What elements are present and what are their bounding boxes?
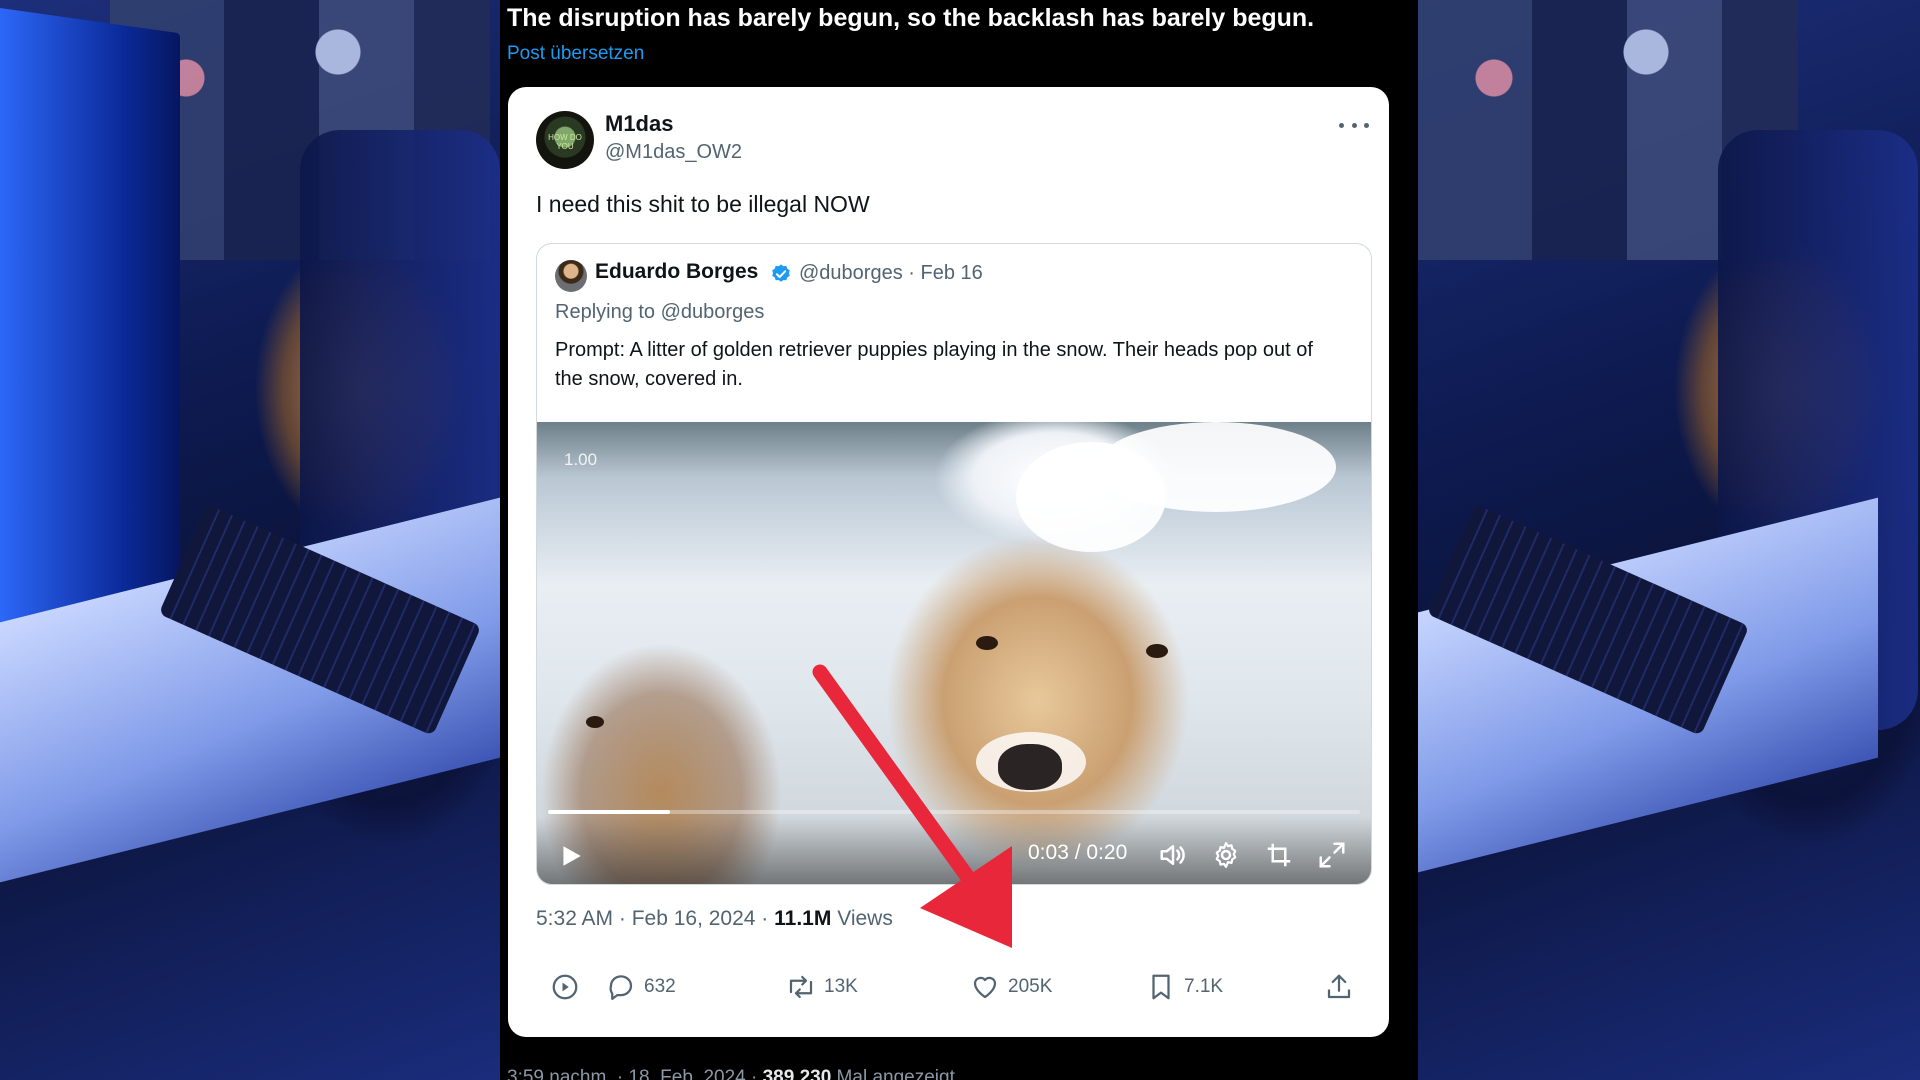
- playback-speed-badge: 1.00: [564, 450, 598, 469]
- views-icon: [552, 974, 578, 1000]
- fullscreen-icon[interactable]: [1317, 840, 1347, 870]
- quoted-author-name[interactable]: Eduardo Borges: [595, 260, 758, 284]
- video-progress-bar[interactable]: [548, 810, 1360, 814]
- post-timestamp[interactable]: 3:59 nachm. · 18. Feb. 2024 ·: [507, 1067, 763, 1080]
- verified-badge-icon: [772, 264, 790, 282]
- views-button[interactable]: [550, 967, 580, 1007]
- volume-icon[interactable]: [1158, 840, 1188, 870]
- reply-icon: [609, 975, 633, 1000]
- quoted-handle-date: @duborges · Feb 16: [799, 262, 983, 284]
- like-count: 205K: [1008, 976, 1053, 997]
- quoted-tweet-text: Prompt: A litter of golden retriever pup…: [555, 339, 1313, 390]
- post-headline: The disruption has barely begun, so the …: [507, 4, 1315, 32]
- tweet-meta: 5:32 AM · Feb 16, 2024 · 11.1M Views: [536, 907, 893, 931]
- post-views-count: 389.230: [762, 1067, 832, 1080]
- repost-count: 13K: [824, 976, 858, 997]
- bookmark-icon: [1152, 974, 1170, 1000]
- play-icon[interactable]: [558, 842, 584, 870]
- author-avatar[interactable]: HOW DO YOU: [536, 111, 594, 169]
- pip-icon[interactable]: [1264, 840, 1294, 870]
- like-icon: [973, 976, 997, 999]
- tweet-actions-bar: 632 13K 205K 7.1K: [536, 967, 1372, 1007]
- post-views-label: Mal angezeigt: [831, 1067, 955, 1080]
- video-player[interactable]: 1.00 0:03 / 0:20: [537, 422, 1371, 884]
- tweet-text: I need this shit to be illegal NOW: [536, 191, 870, 217]
- video-progress-fill: [548, 810, 670, 814]
- views-count: 11.1M: [774, 907, 832, 930]
- settings-icon[interactable]: [1211, 840, 1241, 870]
- translate-link[interactable]: Post übersetzen: [507, 42, 644, 66]
- like-button[interactable]: 205K: [970, 967, 1052, 1007]
- author-name[interactable]: M1das: [605, 111, 673, 137]
- share-button[interactable]: [1324, 967, 1354, 1007]
- bookmark-button[interactable]: 7.1K: [1146, 967, 1223, 1007]
- repost-icon: [789, 975, 813, 999]
- more-icon[interactable]: [1339, 117, 1369, 133]
- background-art-right: [1418, 0, 1920, 1080]
- video-time: 0:03 / 0:20: [1028, 841, 1128, 864]
- post-meta: 3:59 nachm. · 18. Feb. 2024 · 389.230 Ma…: [507, 1066, 955, 1080]
- reply-button[interactable]: 632: [606, 967, 676, 1007]
- background-art-left: [0, 0, 500, 1080]
- quoted-tweet[interactable]: Eduardo Borges @duborges · Feb 16 Replyi…: [536, 243, 1372, 885]
- views-label: Views: [831, 907, 893, 930]
- reply-count: 632: [644, 976, 676, 997]
- replying-to: Replying to @duborges: [555, 301, 765, 323]
- embedded-tweet-card[interactable]: HOW DO YOU M1das @M1das_OW2 I need this …: [508, 87, 1389, 1037]
- tweet-timestamp[interactable]: 5:32 AM · Feb 16, 2024 ·: [536, 907, 774, 930]
- author-handle[interactable]: @M1das_OW2: [605, 141, 742, 164]
- quoted-author-avatar[interactable]: [555, 260, 587, 292]
- share-icon: [1327, 974, 1351, 999]
- video-controls-bar: [537, 817, 1371, 884]
- screen: The disruption has barely begun, so the …: [0, 0, 1920, 1080]
- repost-button[interactable]: 13K: [786, 967, 858, 1007]
- avatar-logo-text: HOW DO YOU: [548, 133, 582, 151]
- bookmark-count: 7.1K: [1184, 976, 1224, 997]
